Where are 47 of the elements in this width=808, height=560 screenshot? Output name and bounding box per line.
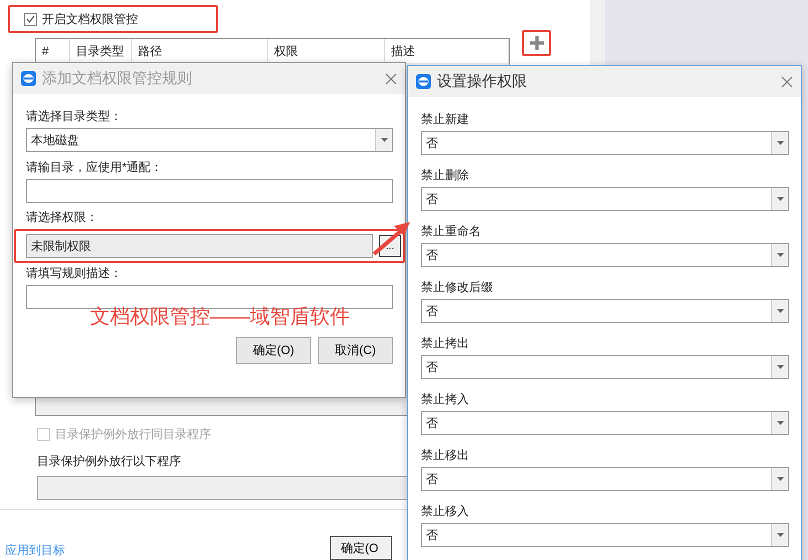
close-icon[interactable]	[385, 72, 397, 84]
dropdown-arrow-icon	[776, 533, 784, 537]
dropdown-arrow-icon	[776, 253, 784, 257]
dropdown-arrow-icon	[380, 138, 388, 142]
dropdown-arrow-icon	[776, 421, 784, 425]
directory-field[interactable]	[26, 179, 393, 203]
field-label: 请选择目录类型：	[26, 108, 123, 125]
app-logo-icon	[416, 74, 431, 89]
setting-label: 禁止新建	[421, 111, 470, 128]
setting-label: 禁止删除	[421, 167, 470, 184]
dropdown-arrow-icon	[776, 365, 784, 369]
ok-button[interactable]: 确定(O	[330, 536, 392, 560]
setting-select[interactable]: 否	[421, 523, 789, 547]
exception-label: 目录保护例外放行以下程序	[37, 453, 181, 470]
setting-select[interactable]: 否	[421, 467, 789, 491]
setting-label: 禁止拷入	[421, 391, 470, 408]
setting-label: 禁止修改后缀	[421, 279, 494, 296]
annotation-text: 文档权限管控——域智盾软件	[90, 305, 350, 330]
setting-select[interactable]: 否	[421, 299, 789, 323]
check-icon	[26, 15, 35, 23]
add-button[interactable]	[522, 30, 551, 56]
app-logo-icon	[21, 71, 36, 86]
setting-select[interactable]: 否	[421, 187, 789, 211]
setting-label: 禁止移出	[421, 447, 470, 464]
setting-label: 禁止拷出	[421, 335, 470, 352]
dialog-title: 添加文档权限管控规则	[42, 69, 193, 88]
setting-label: 禁止重命名	[421, 223, 482, 240]
plus-icon	[530, 36, 544, 50]
field-label: 请选择权限：	[26, 209, 99, 226]
setting-label: 禁止移入	[421, 503, 470, 520]
checkbox-label[interactable]: 开启文档权限管控	[24, 10, 138, 28]
dropdown-arrow-icon	[776, 309, 784, 313]
permission-field[interactable]: 未限制权限	[26, 234, 373, 258]
dropdown-arrow-icon	[776, 197, 784, 201]
dropdown-arrow-icon	[776, 141, 784, 145]
ok-button[interactable]: 确定(O)	[236, 337, 311, 364]
close-icon[interactable]	[781, 76, 793, 88]
dropdown-arrow-icon	[776, 477, 784, 481]
setting-select[interactable]: 否	[421, 411, 789, 435]
dialog-title: 设置操作权限	[437, 72, 528, 91]
setting-select[interactable]: 否	[421, 355, 789, 379]
cancel-button[interactable]: 取消(C)	[318, 337, 393, 364]
directory-type-select[interactable]: 本地磁盘	[26, 128, 393, 152]
field-label: 请输目录，应使用*通配：	[26, 159, 164, 176]
field-label: 请填写规则描述：	[26, 265, 123, 282]
setting-select[interactable]: 否	[421, 243, 789, 267]
setting-select[interactable]: 否	[421, 131, 789, 155]
